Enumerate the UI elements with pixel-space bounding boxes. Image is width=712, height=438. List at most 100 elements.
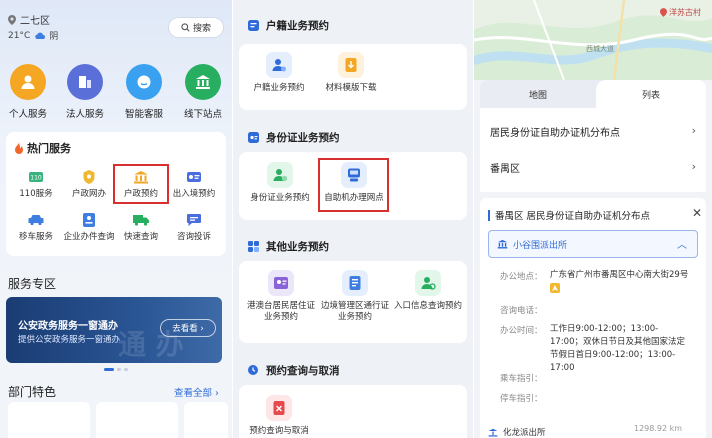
- location-pin-icon: [8, 14, 16, 25]
- dept-card[interactable]: [96, 402, 178, 438]
- id-card-icon: [248, 131, 259, 143]
- locations-panel: 洋苏古村 西城大道 地图 列表 居民身份证自助办证机分布点 › 番禺区 › 番禺…: [474, 0, 712, 438]
- hot-item-quick-query[interactable]: 快速查询: [114, 211, 168, 242]
- document-download-icon: [338, 52, 364, 78]
- clock-search-icon: [248, 364, 258, 375]
- pass-document-icon: [342, 270, 368, 296]
- search-button[interactable]: 搜索: [168, 17, 224, 38]
- population-info-query[interactable]: 入口信息查询预约: [391, 270, 465, 312]
- distance-label: 1298.92 km: [634, 424, 683, 433]
- station-name: 小谷围派出所: [513, 240, 568, 251]
- cloud-icon: [35, 32, 46, 39]
- user-search-icon: [415, 270, 441, 296]
- household-appointment[interactable]: 户籍业务预约: [249, 52, 309, 94]
- hk-macao-taiwan-residence-permit[interactable]: 港澳台居民居住证业务预约: [243, 270, 319, 323]
- temperature: 21°C: [8, 30, 31, 41]
- flame-icon: [15, 142, 23, 154]
- service-banner[interactable]: 通 办 公安政务服务一窗通办 提供公安政务服务一窗通办 去看看 ›: [6, 297, 222, 363]
- section-header-household: 户籍业务预约: [239, 10, 467, 40]
- border-area-pass[interactable]: 边境管理区通行证业务预约: [317, 270, 393, 323]
- category-select[interactable]: 居民身份证自助办证机分布点 ›: [480, 115, 706, 147]
- hot-services-title: 热门服务: [14, 140, 71, 156]
- message-icon: [167, 211, 221, 229]
- highlight-box-self-service: [318, 158, 389, 212]
- title-accent-bar: [488, 209, 490, 221]
- bank-icon: [185, 64, 221, 100]
- map-marker[interactable]: 洋苏古村: [660, 7, 701, 18]
- station-building-icon: [488, 428, 498, 437]
- tab-map[interactable]: 地图: [480, 80, 596, 108]
- carousel-dots: [104, 368, 128, 371]
- search-icon: [181, 23, 190, 32]
- map-view[interactable]: 洋苏古村 西城大道: [474, 0, 712, 80]
- section-header-other: 其他业务预约: [239, 231, 467, 261]
- dept-card[interactable]: [8, 402, 90, 438]
- weather-desc: 阴: [49, 32, 59, 42]
- legal-service-label: 法人服务: [65, 109, 104, 120]
- personal-service-label: 个人服务: [8, 109, 47, 120]
- home-panel: 二七区 21°C 阴 搜索 个人服务 法人服务 智能客服 线下站点 热门服务 1…: [0, 0, 232, 438]
- service-zone-title: 服务专区: [8, 277, 57, 291]
- passport-card-icon: [167, 168, 221, 186]
- field-label: 乘车指引：: [500, 374, 543, 384]
- id-photo-icon: [268, 270, 294, 296]
- smart-support[interactable]: 智能客服: [116, 64, 172, 120]
- police-110-icon: 110: [9, 168, 63, 186]
- appointment-panel: 户籍业务预约 户籍业务预约 材料模版下载 身份证业务预约 身份证业务预约 自助机…: [233, 0, 473, 438]
- location-detail-card: 番禺区 居民身份证自助办证机分布点 ✕ 小谷围派出所 ︿ 办公地点： 广东省广州…: [480, 198, 706, 438]
- household-icon: [248, 19, 259, 31]
- detail-title: 番禺区 居民身份证自助办证机分布点: [488, 208, 650, 222]
- chat-bot-icon: [126, 64, 162, 100]
- hot-item-complaint[interactable]: 咨询投诉: [167, 211, 221, 242]
- location[interactable]: 二七区: [8, 12, 50, 27]
- grid-icon: [248, 240, 259, 252]
- shield-badge-icon: [62, 168, 116, 186]
- appointment-query-cancel[interactable]: 预约查询与取消: [245, 395, 313, 437]
- legal-service[interactable]: 法人服务: [57, 64, 113, 120]
- banner-subtitle: 提供公安政务服务一窗通办: [18, 335, 121, 345]
- map-pin-icon: [660, 8, 667, 17]
- field-label: 停车指引：: [500, 394, 543, 404]
- id-card-appointment[interactable]: 身份证业务预约: [247, 162, 313, 204]
- next-station-name: 化龙派出所: [503, 428, 546, 438]
- user-document-icon: [62, 211, 116, 229]
- view-tabs: 地图 列表: [480, 80, 706, 108]
- close-icon[interactable]: ✕: [692, 206, 702, 220]
- location-text: 二七区: [20, 16, 50, 27]
- chevron-right-icon: ›: [691, 160, 696, 173]
- map-road-label: 西城大道: [586, 45, 614, 53]
- dept-card[interactable]: [184, 402, 228, 438]
- banner-go-button[interactable]: 去看看 ›: [160, 319, 216, 337]
- banner-title: 公安政务服务一窗通办: [18, 321, 118, 332]
- station-header[interactable]: 小谷围派出所 ︿: [488, 230, 698, 258]
- navigation-icon[interactable]: [550, 282, 560, 293]
- hot-item-exit-entry[interactable]: 出入境预约: [167, 168, 221, 199]
- car-icon: [9, 211, 63, 229]
- hot-item-enterprise-query[interactable]: 企业办件查询: [62, 211, 116, 242]
- material-template-download[interactable]: 材料模版下载: [321, 52, 381, 94]
- section-header-query-cancel: 预约查询与取消: [239, 355, 467, 385]
- field-label: 办公时间：: [500, 326, 543, 336]
- truck-icon: [114, 211, 168, 229]
- search-label: 搜索: [192, 24, 211, 34]
- field-label: 咨询电话：: [500, 306, 543, 316]
- user-clock-icon: [267, 162, 293, 188]
- cancel-document-icon: [266, 395, 292, 421]
- hot-item-household-online[interactable]: 户政网办: [62, 168, 116, 199]
- field-value-hours: 工作日9:00-12:00；13:00-17:00；双休日节日及其他国家法定节假…: [550, 324, 685, 373]
- highlight-box-household: [113, 164, 169, 204]
- offline-site[interactable]: 线下站点: [175, 64, 231, 120]
- department-title: 部门特色: [8, 385, 57, 399]
- offline-site-label: 线下站点: [183, 109, 222, 120]
- hot-item-110[interactable]: 110 110服务: [9, 168, 63, 199]
- chevron-up-icon[interactable]: ︿: [677, 236, 687, 251]
- building-icon: [67, 64, 103, 100]
- district-label: 番禺区: [490, 163, 520, 175]
- hot-item-move-car[interactable]: 移车服务: [9, 211, 63, 242]
- field-value-address: 广东省广州市番禺区中心南大街29号: [550, 269, 690, 295]
- view-all-link[interactable]: 查看全部 ›: [174, 385, 219, 399]
- tab-list[interactable]: 列表: [596, 80, 706, 108]
- district-select[interactable]: 番禺区 ›: [480, 151, 706, 183]
- personal-service[interactable]: 个人服务: [0, 64, 56, 120]
- chevron-right-icon: ›: [691, 124, 696, 137]
